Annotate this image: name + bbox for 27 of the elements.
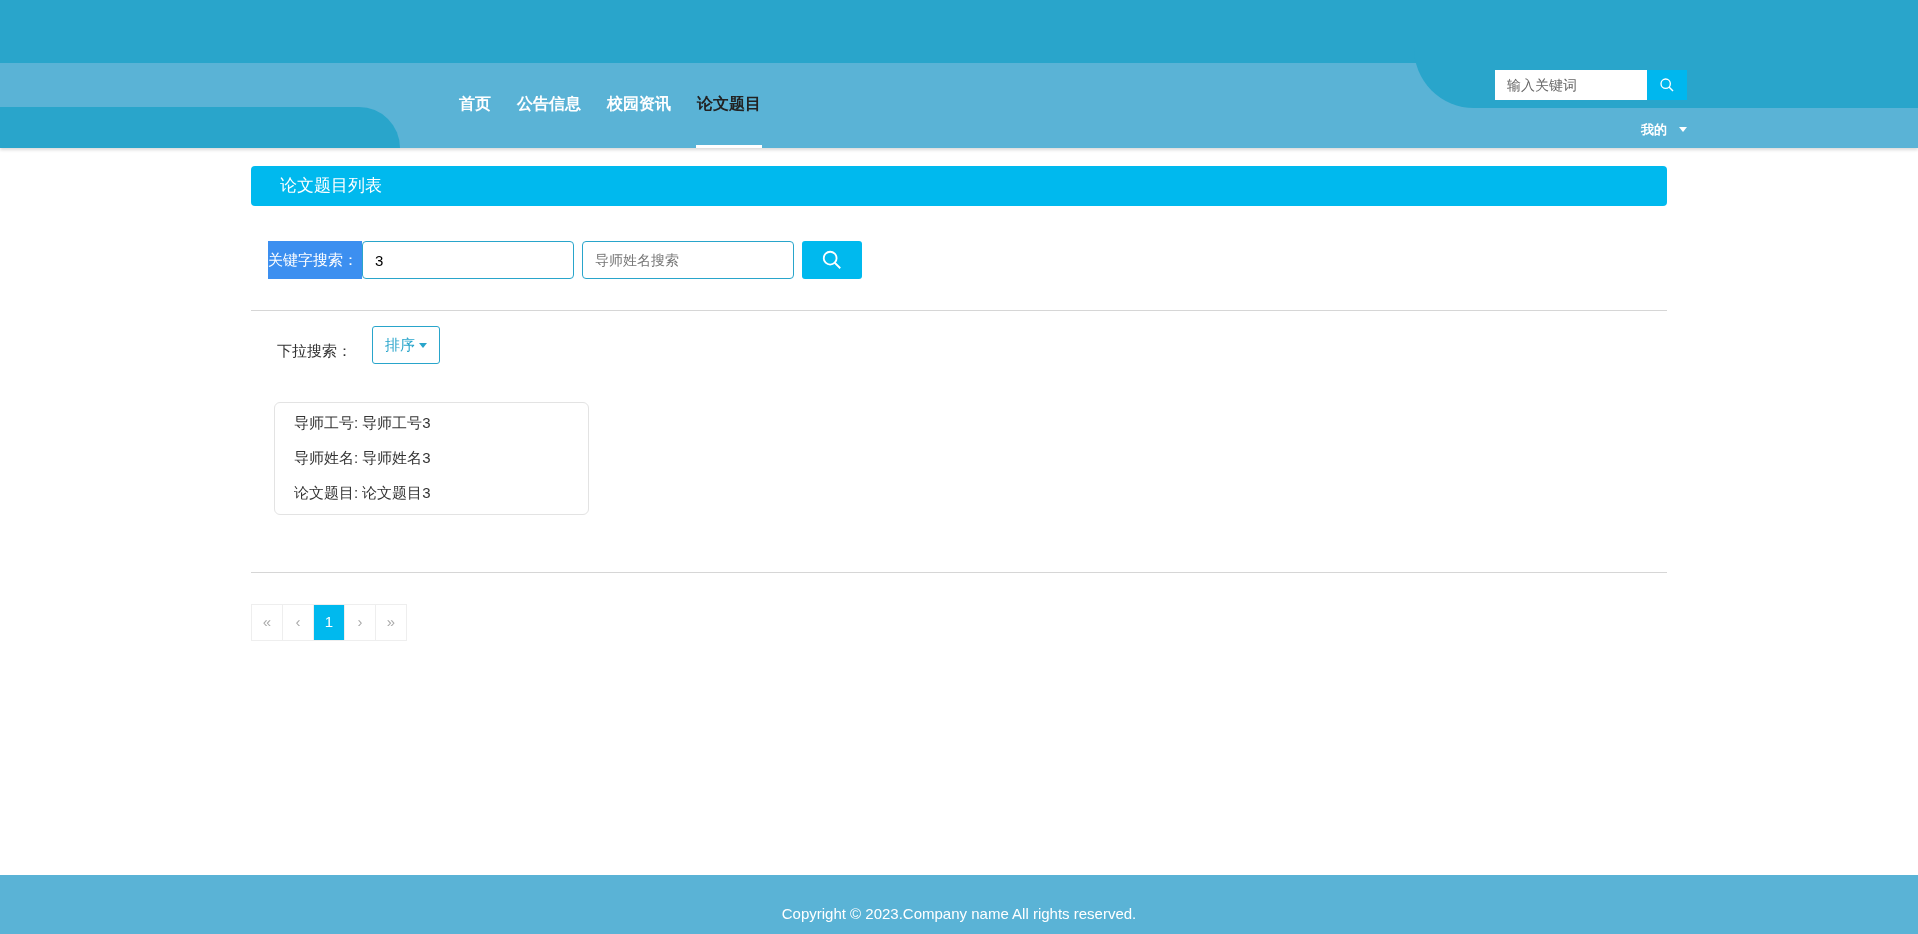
keyword-search-label: 关键字搜索： xyxy=(268,241,362,279)
card-field-text: 导师姓名: 导师姓名3 xyxy=(294,448,432,468)
pagination-button[interactable]: ‹ xyxy=(282,604,314,641)
search-button[interactable] xyxy=(802,241,862,279)
copyright-text: Copyright © 2023.Company name All rights reserved. xyxy=(781,903,1137,924)
pagination-button[interactable]: › xyxy=(344,604,376,641)
search-button[interactable] xyxy=(1647,70,1687,100)
nav-tab[interactable]: 校园资讯 xyxy=(606,63,672,148)
search-field[interactable]: 输入关键词 xyxy=(1495,70,1647,100)
nav-tab[interactable]: 论文题目 xyxy=(696,63,762,148)
search-icon xyxy=(821,249,843,271)
caret-icon xyxy=(419,342,427,348)
sort-dropdown-button[interactable]: 排序 xyxy=(372,326,440,364)
caret-icon xyxy=(1679,127,1687,133)
card-field-text: 论文题目: 论文题目3 xyxy=(294,483,432,503)
nav-tab[interactable]: 首页 xyxy=(458,63,492,148)
pagination-button[interactable]: 1 xyxy=(313,604,345,641)
pagination-button[interactable]: » xyxy=(375,604,407,641)
panel-title: 论文题目列表 xyxy=(280,175,382,198)
card-field-text: 导师工号: 导师工号3 xyxy=(294,413,432,433)
user-menu[interactable]: 我的 xyxy=(1641,120,1687,140)
dropdown-search-label: 下拉搜索： xyxy=(277,340,352,361)
nav-tab[interactable]: 公告信息 xyxy=(516,63,582,148)
keyword-input-field[interactable]: 3 xyxy=(362,241,574,279)
pagination-button[interactable]: « xyxy=(251,604,283,641)
teacher-name-search-field[interactable]: 导师姓名搜索 xyxy=(582,241,794,279)
search-icon xyxy=(1659,77,1675,93)
